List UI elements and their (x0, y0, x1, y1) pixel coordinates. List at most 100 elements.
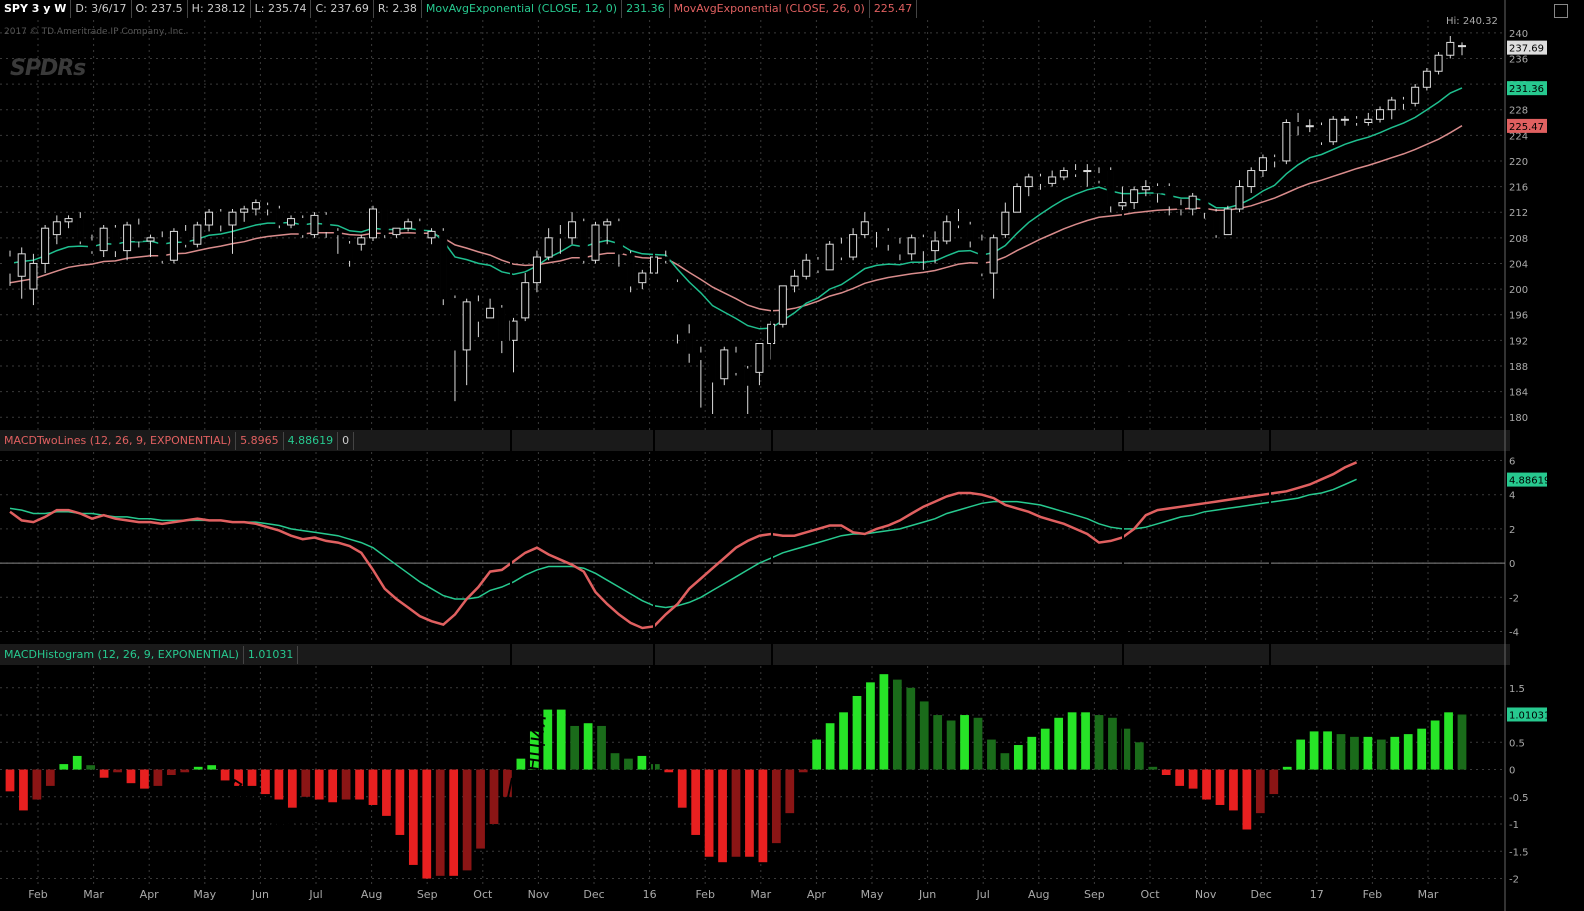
candle-up (99, 227, 108, 252)
histogram-label[interactable]: MACDHistogram (12, 26, 9, EXPONENTIAL) (0, 646, 244, 664)
histogram-bar (207, 765, 217, 770)
price-tick-label: 236 (1509, 54, 1528, 65)
price-tick-label: 224 (1509, 131, 1528, 142)
candle-down-body (381, 208, 388, 236)
chart-canvas: Feb Mar Apr May Jun Jul Aug Sep Oct Nov Dec 16 Feb Ma… (0, 0, 1550, 911)
candle-down-body (299, 218, 306, 236)
candle-down-body (346, 243, 353, 261)
candle-down-body (732, 352, 740, 373)
histogram-bar (1013, 745, 1023, 770)
histogram-bar (449, 769, 459, 876)
histogram-bar (1054, 717, 1064, 770)
candle-up (1457, 45, 1467, 48)
candle-down-body (217, 211, 224, 226)
histogram-bar (771, 769, 781, 844)
histogram-bar (664, 769, 674, 773)
x-tick-label: Sep (1084, 888, 1105, 901)
symbol-label[interactable]: SPY 3 y W (0, 0, 72, 18)
x-tick-label: Apr (140, 888, 160, 901)
x-tick-label: Jun (251, 888, 269, 901)
candle-up (849, 234, 858, 258)
histogram-bar (180, 769, 190, 773)
candle-up (123, 224, 132, 252)
candle-up (544, 237, 553, 258)
candle-down-body (967, 224, 974, 242)
panel-menu-icon[interactable] (1554, 4, 1568, 18)
histogram-bar (973, 717, 983, 770)
candle-down-body (323, 214, 330, 232)
candle-up (638, 272, 647, 284)
price-tick-label: 216 (1509, 183, 1528, 194)
price-tick-label: 180 (1509, 413, 1528, 424)
candle-down-body (112, 227, 119, 252)
candle-down-body (814, 259, 821, 271)
candle-up (591, 224, 600, 261)
macd-tick-label: -2 (1509, 593, 1519, 604)
histogram-bar (1430, 720, 1440, 770)
candle-down-body (697, 352, 704, 361)
histogram-bar (731, 769, 741, 857)
price-tick-label: 204 (1509, 259, 1528, 270)
histogram-bar (1403, 734, 1413, 770)
histogram-bar (987, 739, 996, 770)
ema12-label[interactable]: MovAvgExponential (CLOSE, 12, 0) (422, 0, 623, 18)
candle-up (169, 230, 178, 261)
candle-down-body (674, 282, 681, 335)
histogram-bar (476, 769, 485, 849)
histogram-bar (32, 769, 42, 800)
histogram-bar (166, 769, 176, 775)
histogram-bar (1376, 739, 1386, 770)
x-tick-label: Oct (473, 888, 493, 901)
candle-up (52, 221, 61, 236)
histogram-bar (193, 766, 203, 770)
candle-down-body (264, 205, 271, 210)
price-tick-label: 240 (1509, 29, 1528, 40)
candle-down-body (182, 230, 189, 245)
candle-up (251, 202, 260, 210)
candle-up (486, 307, 495, 319)
histogram-bar (624, 758, 633, 770)
histogram-bar (1067, 712, 1077, 770)
histogram-bar (933, 715, 943, 770)
histogram-bar (1444, 712, 1453, 770)
candle-down-body (1201, 195, 1208, 213)
candle-up (357, 237, 366, 245)
macd-avg-line (9, 478, 1357, 609)
x-tick-label: Jul (308, 888, 322, 901)
x-tick-label: Nov (1195, 888, 1217, 901)
histogram-bar (45, 769, 55, 786)
x-tick-label: May (193, 888, 216, 901)
candle-down-body (440, 230, 447, 300)
macd-tick-label: 6 (1509, 457, 1515, 468)
low-label: L: 235.74 (251, 0, 312, 18)
macd-tick-label: 2 (1509, 525, 1515, 536)
candle-down-body (978, 240, 985, 274)
candle-up (462, 301, 471, 351)
histogram-bar (86, 765, 96, 770)
histogram-bar (718, 769, 727, 863)
candle-up (146, 237, 155, 242)
histogram-bar (758, 769, 768, 863)
candle-up (205, 211, 214, 226)
macd-panel-header: MACDTwoLines (12, 26, 9, EXPONENTIAL) 5.… (0, 432, 355, 450)
histogram-bar (1296, 739, 1306, 770)
candle-up (825, 243, 834, 271)
histogram-bar (1282, 766, 1292, 770)
candle-up (404, 221, 413, 229)
candle-down-body (955, 221, 962, 226)
candle-up (907, 237, 916, 255)
histogram-bar (1081, 712, 1090, 770)
macd-label[interactable]: MACDTwoLines (12, 26, 9, EXPONENTIAL) (0, 432, 237, 450)
price-tick-label: 184 (1509, 388, 1528, 399)
histogram-bar (1417, 728, 1427, 770)
candle-up (1387, 99, 1396, 111)
histogram-panel-header: MACDHistogram (12, 26, 9, EXPONENTIAL) 1… (0, 646, 299, 664)
histogram-bar (919, 701, 929, 770)
histogram-bar (879, 674, 889, 770)
histogram-bar (1188, 769, 1198, 789)
x-tick-label: 17 (1310, 888, 1324, 901)
candle-down-body (838, 243, 845, 258)
candle-up (41, 227, 50, 264)
candle-down-body (1353, 118, 1360, 123)
ema26-label[interactable]: MovAvgExponential (CLOSE, 26, 0) (670, 0, 870, 18)
